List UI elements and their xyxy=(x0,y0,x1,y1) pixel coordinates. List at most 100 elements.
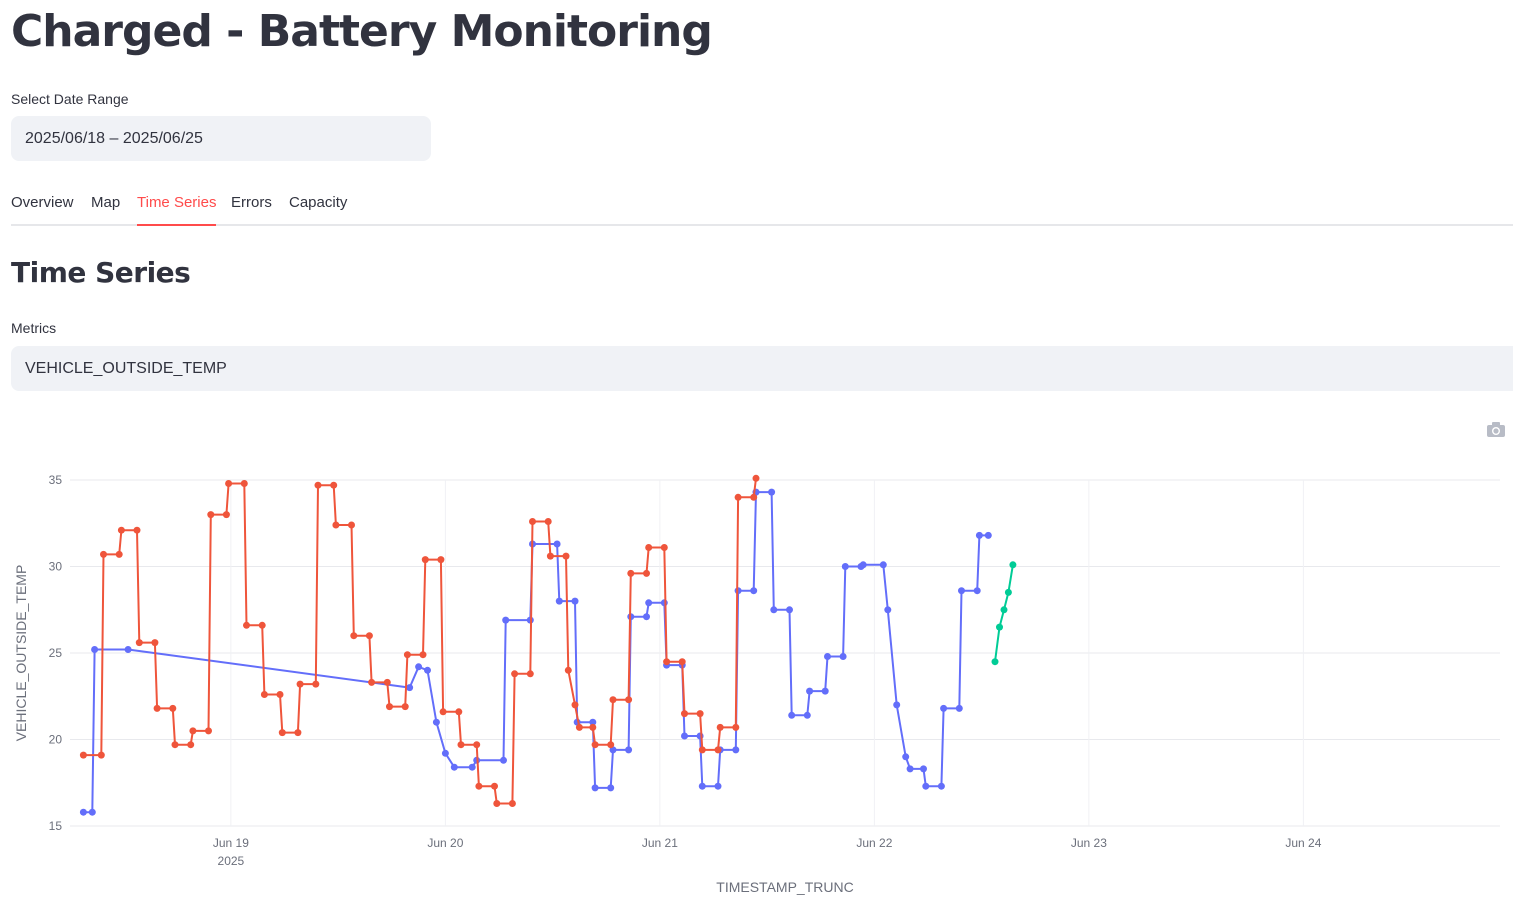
data-point xyxy=(332,521,340,529)
series-0 xyxy=(79,488,992,816)
data-point xyxy=(1000,606,1008,614)
data-point xyxy=(437,556,445,564)
data-point xyxy=(415,663,423,671)
metrics-select[interactable]: VEHICLE_OUTSIDE_TEMP xyxy=(11,346,1513,391)
data-point xyxy=(419,651,427,659)
data-point xyxy=(786,606,793,614)
data-point xyxy=(97,751,105,759)
data-point xyxy=(591,741,599,749)
data-point xyxy=(609,696,617,704)
data-point xyxy=(189,727,197,735)
tab-bar: Overview Map Time Series Errors Capacity xyxy=(11,186,1513,226)
data-point xyxy=(421,556,429,564)
data-point xyxy=(571,597,579,605)
data-point xyxy=(383,678,391,686)
data-point xyxy=(678,658,686,666)
data-point xyxy=(117,526,125,534)
data-point xyxy=(643,613,650,621)
data-point xyxy=(171,741,179,749)
data-point xyxy=(571,701,579,709)
data-point xyxy=(207,511,215,519)
data-point xyxy=(450,763,458,771)
data-point xyxy=(553,540,561,548)
data-point xyxy=(660,544,668,551)
tab-time-series[interactable]: Time Series xyxy=(137,186,217,226)
series-line xyxy=(83,478,757,805)
tab-errors[interactable]: Errors xyxy=(231,186,272,226)
data-point xyxy=(660,599,668,607)
time-series-chart: 1520253035Jun 192025Jun 20 Jun 21 Jun 22 Ju… xyxy=(13,473,1500,895)
date-range-value: 2025/06/18 – 2025/06/25 xyxy=(25,129,203,147)
data-point xyxy=(922,782,930,790)
data-point xyxy=(732,723,740,731)
data-point xyxy=(401,703,409,711)
data-point xyxy=(475,782,483,790)
data-point xyxy=(893,701,901,709)
metrics-label: Metrics xyxy=(11,320,57,336)
data-point xyxy=(824,653,831,660)
data-point xyxy=(698,746,706,754)
x-tick-label: Jun 21 xyxy=(642,836,678,850)
data-point xyxy=(973,587,981,595)
data-point xyxy=(591,784,599,792)
data-point xyxy=(526,670,534,678)
metrics-selected-value: VEHICLE_OUTSIDE_TEMP xyxy=(25,359,227,377)
data-point xyxy=(491,782,498,790)
data-point xyxy=(752,474,760,482)
data-point xyxy=(457,741,465,749)
data-point xyxy=(115,550,123,558)
data-point xyxy=(225,480,233,487)
x-axis-title: TIMESTAMP_TRUNC xyxy=(716,879,853,895)
data-point xyxy=(698,782,706,790)
tab-overview[interactable]: Overview xyxy=(11,186,74,226)
data-point xyxy=(625,746,633,754)
date-range-input[interactable]: 2025/06/18 – 2025/06/25 xyxy=(11,116,431,161)
data-point xyxy=(468,763,476,771)
data-point xyxy=(79,751,87,759)
data-point xyxy=(714,782,722,790)
data-point xyxy=(124,646,132,653)
data-point xyxy=(502,616,510,624)
data-point xyxy=(222,511,230,519)
data-point xyxy=(133,526,141,534)
x-tick-label: Jun 20 xyxy=(427,836,463,850)
data-point xyxy=(734,493,742,501)
tab-map[interactable]: Map xyxy=(91,186,120,226)
data-point xyxy=(294,729,302,737)
x-tick-label: Jun 24 xyxy=(1285,836,1321,850)
y-tick-label: 30 xyxy=(49,560,63,574)
date-range-label: Select Date Range xyxy=(11,91,129,107)
data-point xyxy=(169,704,177,712)
tab-capacity[interactable]: Capacity xyxy=(289,186,347,226)
data-point xyxy=(975,531,983,539)
data-point xyxy=(406,684,414,692)
data-point xyxy=(920,765,927,773)
data-point xyxy=(940,704,948,712)
data-point xyxy=(88,808,96,816)
data-point xyxy=(839,653,847,660)
data-point xyxy=(750,587,758,595)
data-point xyxy=(529,518,536,525)
data-point xyxy=(564,666,572,674)
app-title: Charged - Battery Monitoring xyxy=(11,6,713,57)
data-point xyxy=(278,729,286,737)
data-point xyxy=(625,696,633,704)
data-point xyxy=(79,808,87,816)
data-point xyxy=(508,800,516,807)
data-point xyxy=(902,753,910,761)
data-point xyxy=(544,518,552,525)
data-point xyxy=(455,708,463,716)
data-point xyxy=(663,658,671,666)
data-point xyxy=(511,670,519,678)
data-point xyxy=(91,646,99,653)
data-point xyxy=(732,746,740,754)
data-point xyxy=(312,680,320,688)
data-point xyxy=(153,704,161,712)
data-point xyxy=(473,741,481,749)
x-tick-label: Jun 19 xyxy=(213,836,249,850)
camera-icon[interactable] xyxy=(1485,420,1507,438)
data-point xyxy=(260,691,268,698)
data-point xyxy=(348,521,355,529)
data-point xyxy=(243,621,250,629)
data-point xyxy=(984,531,992,539)
